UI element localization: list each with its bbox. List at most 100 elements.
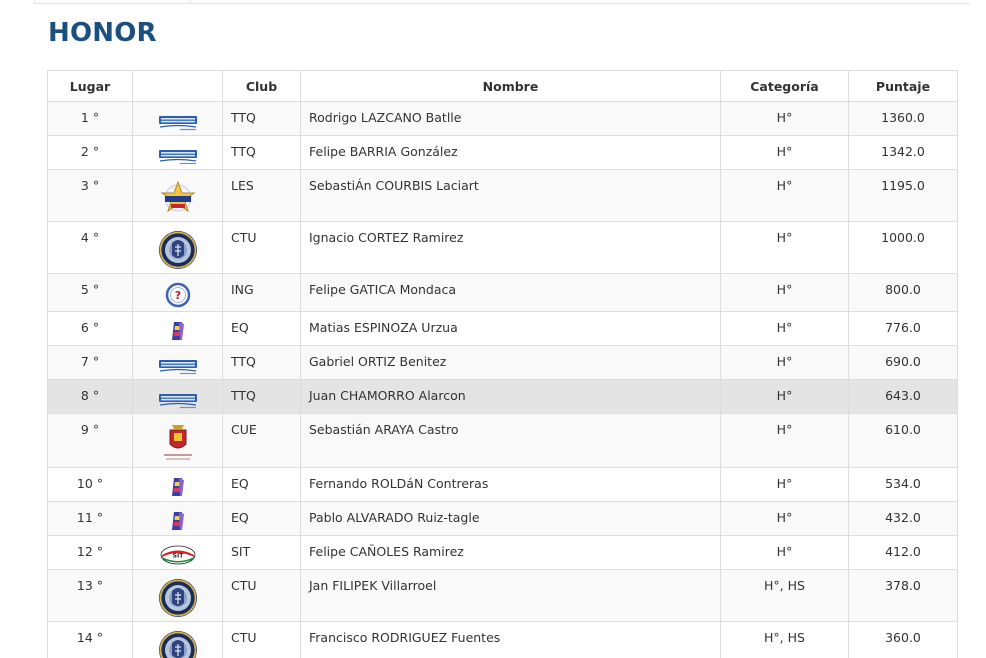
table-row: 8 ° TTQ Juan CHAMORRO Alarcon H° 643.0 — [47, 379, 958, 414]
tour-tenis-logo — [158, 392, 198, 413]
position-cell: 5 ° — [47, 273, 133, 312]
ranking-rows: 1 ° TTQ Rodrigo LAZCANO Batlle H° 1360.0 2 ° T… — [47, 101, 958, 658]
table-row: 5 °? ING Felipe GATICA Mondaca H° 800.0 — [47, 273, 958, 312]
club-cell: EQ — [222, 467, 301, 502]
player-name-cell: Sebastián ARAYA Castro — [300, 413, 721, 468]
eq-flag-logo — [170, 320, 186, 345]
tour-tenis-logo — [158, 114, 198, 135]
tour-tenis-logo — [158, 148, 198, 169]
points-cell: 610.0 — [848, 413, 958, 468]
category-cell: H° — [720, 345, 849, 380]
club-logo-cell — [132, 467, 223, 502]
club-cell: CUE — [222, 413, 301, 468]
player-name-cell: Jan FILIPEK Villarroel — [300, 569, 721, 622]
category-cell: H° — [720, 169, 849, 222]
points-cell: 1195.0 — [848, 169, 958, 222]
column-header-lugar[interactable]: Lugar — [47, 70, 133, 102]
position-cell: 11 ° — [47, 501, 133, 536]
club-logo-cell — [132, 311, 223, 346]
table-row: 4 ° CTU Ignacio CORTEZ Ramirez H° 1000.0 — [47, 221, 958, 274]
club-logo-cell: ? — [132, 273, 223, 312]
position-cell: 7 ° — [47, 345, 133, 380]
table-row: 2 ° TTQ Felipe BARRIA González H° 1342.0 — [47, 135, 958, 170]
player-name-cell: Rodrigo LAZCANO Batlle — [300, 101, 721, 136]
category-cell: H° — [720, 413, 849, 468]
club-logo-cell — [132, 413, 223, 468]
star-badge-logo — [159, 178, 197, 219]
position-cell: 1 ° — [47, 101, 133, 136]
position-cell: 2 ° — [47, 135, 133, 170]
table-row: 9 ° CUE Sebastián ARAYA Castro H° 610.0 — [47, 413, 958, 468]
tour-tenis-logo — [158, 358, 198, 379]
points-cell: 800.0 — [848, 273, 958, 312]
player-name-cell: Juan CHAMORRO Alarcon — [300, 379, 721, 414]
ctu-seal-logo — [158, 630, 198, 658]
ranking-page: HONOR Lugar Club Nombre Categoría Puntaj… — [0, 0, 986, 658]
club-cell: SIT — [222, 535, 301, 570]
eq-flag-logo — [170, 510, 186, 535]
club-cell: EQ — [222, 311, 301, 346]
position-cell: 9 ° — [47, 413, 133, 468]
position-cell: 8 ° — [47, 379, 133, 414]
player-name-cell: Felipe CAÑOLES Ramirez — [300, 535, 721, 570]
points-cell: 690.0 — [848, 345, 958, 380]
table-row: 6 ° EQ Matias ESPINOZA Urzua H° 776.0 — [47, 311, 958, 346]
club-cell: TTQ — [222, 379, 301, 414]
club-cell: CTU — [222, 221, 301, 274]
sit-oval-logo: SIT — [159, 544, 197, 569]
ctu-seal-logo — [158, 578, 198, 621]
club-logo-cell: SIT — [132, 535, 223, 570]
table-row: 14 ° CTU Francisco RODRIGUEZ Fuentes H°, HS… — [47, 621, 958, 658]
svg-text:?: ? — [174, 289, 180, 302]
club-cell: CTU — [222, 569, 301, 622]
player-name-cell: Matias ESPINOZA Urzua — [300, 311, 721, 346]
active-tab[interactable] — [34, 0, 191, 3]
column-header-puntaje[interactable]: Puntaje — [848, 70, 958, 102]
player-name-cell: Ignacio CORTEZ Ramirez — [300, 221, 721, 274]
column-header-categoria[interactable]: Categoría — [720, 70, 849, 102]
player-name-cell: Pablo ALVARADO Ruiz-tagle — [300, 501, 721, 536]
category-cell: H° — [720, 379, 849, 414]
player-name-cell: Gabriel ORTIZ Benitez — [300, 345, 721, 380]
question-circle-logo: ? — [165, 282, 191, 311]
points-cell: 776.0 — [848, 311, 958, 346]
club-logo-cell — [132, 135, 223, 170]
page-title: HONOR — [48, 18, 157, 48]
category-cell: H° — [720, 135, 849, 170]
club-logo-cell — [132, 569, 223, 622]
column-header-logo — [132, 70, 223, 102]
club-cell: TTQ — [222, 101, 301, 136]
club-cell: ING — [222, 273, 301, 312]
club-logo-cell — [132, 345, 223, 380]
points-cell: 432.0 — [848, 501, 958, 536]
column-header-nombre[interactable]: Nombre — [300, 70, 721, 102]
position-cell: 12 ° — [47, 535, 133, 570]
club-logo-cell — [132, 501, 223, 536]
table-header-row: Lugar Club Nombre Categoría Puntaje — [47, 70, 958, 102]
ranking-table: Lugar Club Nombre Categoría Puntaje 1 ° T… — [47, 70, 958, 658]
position-cell: 14 ° — [47, 621, 133, 658]
ctu-seal-logo — [158, 230, 198, 273]
position-cell: 13 ° — [47, 569, 133, 622]
column-header-club[interactable]: Club — [222, 70, 301, 102]
player-name-cell: Felipe BARRIA González — [300, 135, 721, 170]
table-row: 13 ° CTU Jan FILIPEK Villarroel H°, HS 378.0 — [47, 569, 958, 622]
points-cell: 534.0 — [848, 467, 958, 502]
position-cell: 6 ° — [47, 311, 133, 346]
tab-strip — [34, 0, 970, 4]
club-logo-cell — [132, 169, 223, 222]
category-cell: H° — [720, 501, 849, 536]
category-cell: H° — [720, 221, 849, 274]
player-name-cell: Francisco RODRIGUEZ Fuentes — [300, 621, 721, 658]
points-cell: 1000.0 — [848, 221, 958, 274]
table-row: 3 ° LES SebastiÁn COURBIS Laciart H° 1195.0 — [47, 169, 958, 222]
position-cell: 10 ° — [47, 467, 133, 502]
points-cell: 412.0 — [848, 535, 958, 570]
points-cell: 360.0 — [848, 621, 958, 658]
club-logo-cell — [132, 101, 223, 136]
category-cell: H° — [720, 273, 849, 312]
club-cell: LES — [222, 169, 301, 222]
category-cell: H° — [720, 535, 849, 570]
player-name-cell: SebastiÁn COURBIS Laciart — [300, 169, 721, 222]
svg-text:SIT: SIT — [172, 553, 184, 560]
